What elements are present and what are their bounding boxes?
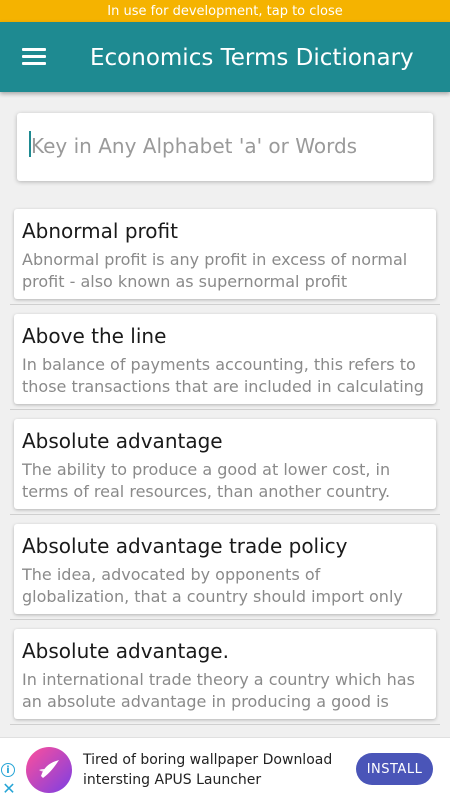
divider: [10, 409, 440, 410]
term-definition: Abnormal profit is any profit in excess …: [22, 250, 408, 291]
install-button[interactable]: INSTALL: [356, 753, 433, 785]
term-definition: In international trade theory a country …: [22, 670, 415, 711]
term-title: Abnormal profit: [22, 219, 178, 243]
app-bar: Economics Terms Dictionary: [0, 22, 450, 92]
divider: [10, 304, 440, 305]
ad-text: Tired of boring wallpaper Download inter…: [83, 752, 333, 788]
term-definition: The idea, advocated by opponents of glob…: [22, 565, 403, 606]
divider: [10, 514, 440, 515]
list-row: Absolute advantage trade policy The idea…: [0, 522, 450, 627]
term-card[interactable]: Above the line In balance of payments ac…: [14, 314, 436, 404]
term-title: Absolute advantage.: [22, 639, 229, 663]
search-input[interactable]: [31, 127, 421, 165]
term-card[interactable]: Absolute advantage trade policy The idea…: [14, 524, 436, 614]
term-list: Abnormal profit Abnormal profit is any p…: [0, 207, 450, 732]
term-card[interactable]: Abnormal profit Abnormal profit is any p…: [14, 209, 436, 299]
list-row: Absolute advantage. In international tra…: [0, 627, 450, 732]
term-definition: The ability to produce a good at lower c…: [22, 460, 391, 501]
search-box[interactable]: [17, 113, 433, 181]
ad-close-icon[interactable]: ✕: [2, 781, 16, 797]
term-title: Absolute advantage trade policy: [22, 534, 348, 558]
list-row: Above the line In balance of payments ac…: [0, 312, 450, 417]
apus-logo-icon: [26, 747, 72, 793]
term-definition: In balance of payments accounting, this …: [22, 355, 424, 396]
term-card[interactable]: Absolute advantage The ability to produc…: [14, 419, 436, 509]
term-title: Absolute advantage: [22, 429, 223, 453]
ad-banner[interactable]: i ✕ Tired of boring wallpaper Download i…: [0, 737, 450, 801]
term-title: Above the line: [22, 324, 167, 348]
ad-info-icon[interactable]: i: [1, 763, 15, 777]
app-title: Economics Terms Dictionary: [90, 45, 414, 71]
divider: [10, 619, 440, 620]
list-row: Absolute advantage The ability to produc…: [0, 417, 450, 522]
term-card[interactable]: Absolute advantage. In international tra…: [14, 629, 436, 719]
list-row: Abnormal profit Abnormal profit is any p…: [0, 207, 450, 312]
hamburger-menu-icon[interactable]: [18, 44, 52, 70]
dev-banner-text: In use for development, tap to close: [107, 3, 343, 19]
divider: [10, 724, 440, 725]
dev-banner[interactable]: In use for development, tap to close: [0, 0, 450, 22]
